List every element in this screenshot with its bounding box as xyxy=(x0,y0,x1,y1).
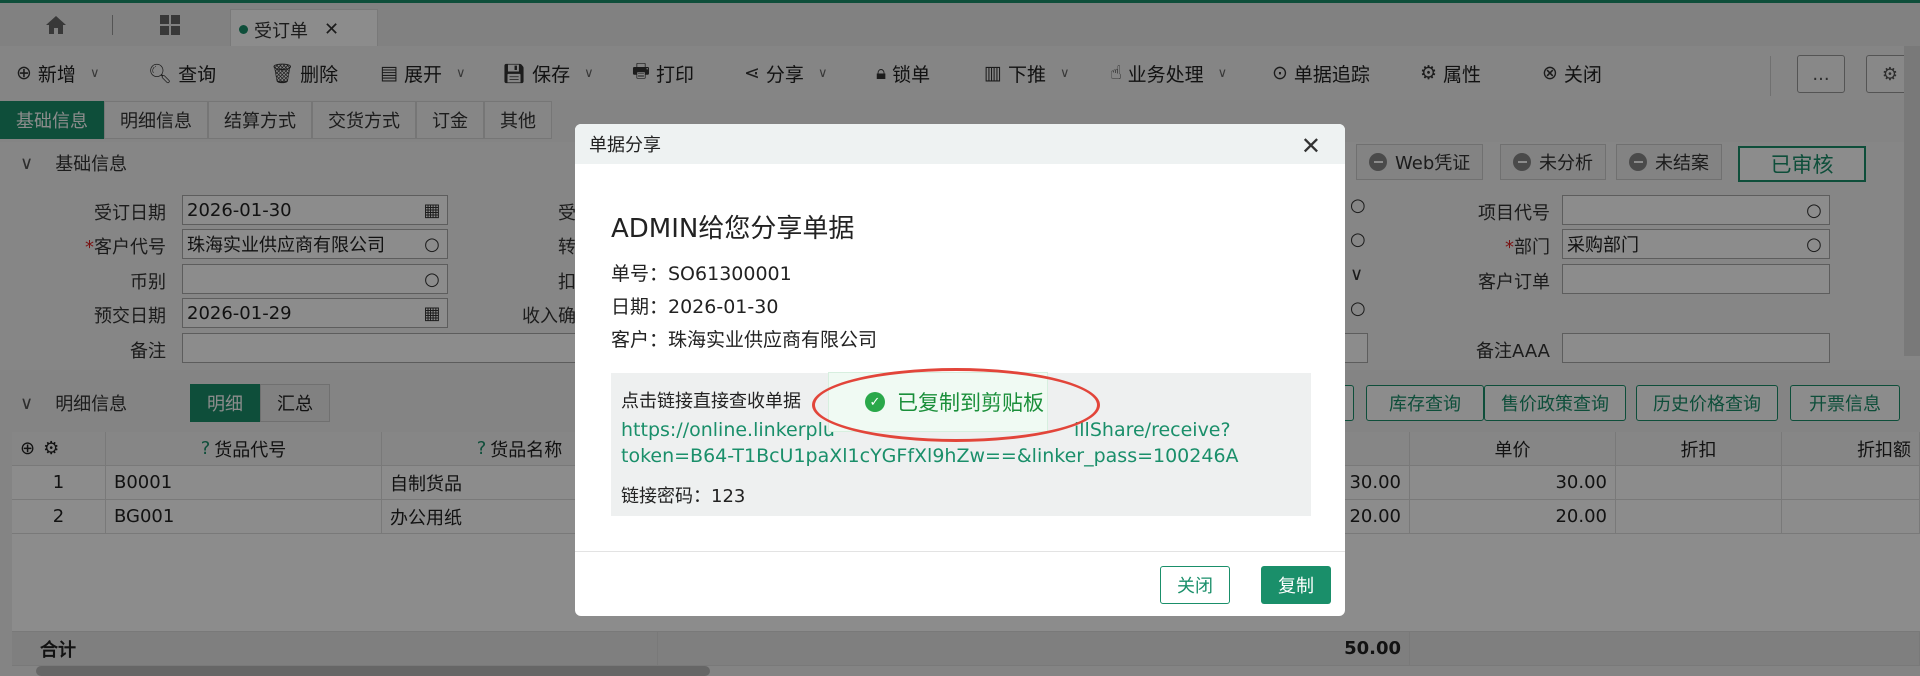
dialog-title: ADMIN给您分享单据 xyxy=(611,214,855,244)
copy-button[interactable]: 复制 xyxy=(1261,566,1331,604)
dialog-footer-divider xyxy=(575,551,1345,552)
customer-text: 客户：珠海实业供应商有限公司 xyxy=(611,329,878,351)
close-icon[interactable]: ✕ xyxy=(1301,132,1321,160)
date-text: 日期：2026-01-30 xyxy=(611,296,779,318)
share-link-part1[interactable]: https://online.linkerplu xyxy=(621,419,835,441)
order-number-text: 单号：SO61300001 xyxy=(611,263,792,285)
dialog-close-button[interactable]: 关闭 xyxy=(1160,566,1230,604)
dialog-header: 单据分享 xyxy=(575,124,1345,164)
link-password: 链接密码：123 xyxy=(621,486,746,507)
share-link-token[interactable]: token=B64-T1BcU1paXl1cYGFfXl9hZw==&linke… xyxy=(621,445,1239,467)
share-link-part2[interactable]: illShare/receive? xyxy=(1074,419,1231,441)
link-prompt: 点击链接直接查收单据 xyxy=(621,391,801,412)
dialog-header-title: 单据分享 xyxy=(589,135,661,156)
highlight-ring xyxy=(812,368,1100,442)
